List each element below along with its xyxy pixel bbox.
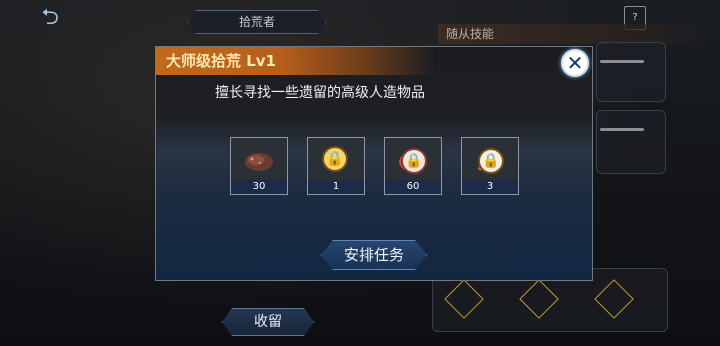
skill-slot-panel[interactable]: [596, 42, 666, 102]
item-count: 3: [462, 180, 518, 194]
ore-icon: [245, 153, 273, 171]
character-name-plate: 拾荒者: [188, 10, 326, 34]
item-count: 30: [231, 180, 287, 194]
dialog-header: 大师级拾荒 Lv1: [156, 47, 436, 75]
recall-button[interactable]: 收留: [222, 308, 314, 336]
lock-icon: 🔒: [478, 148, 504, 174]
reward-item-slot[interactable]: 🔒 1: [307, 137, 365, 195]
skill-slot-panel[interactable]: [596, 110, 666, 174]
close-icon[interactable]: ✕: [561, 49, 589, 77]
lock-icon: 🔒: [322, 146, 348, 172]
dialog-title: 大师级拾荒 Lv1: [166, 52, 276, 70]
item-count: 60: [385, 180, 441, 194]
skill-progress-bar: [600, 128, 644, 131]
lock-icon: 🔒: [401, 148, 427, 174]
reward-item-slot[interactable]: 🔒 3: [461, 137, 519, 195]
skill-section-header: 随从技能: [438, 24, 720, 44]
item-count: 1: [308, 180, 364, 194]
reward-item-slot[interactable]: 30: [230, 137, 288, 195]
back-arrow-icon[interactable]: ⮌: [34, 6, 66, 30]
dialog-description: 擅长寻找一些遗留的高级人造物品: [215, 85, 425, 101]
skill-progress-bar: [600, 60, 644, 63]
reward-item-slot[interactable]: 🔒 60: [384, 137, 442, 195]
assign-task-button[interactable]: 安排任务: [321, 240, 427, 270]
